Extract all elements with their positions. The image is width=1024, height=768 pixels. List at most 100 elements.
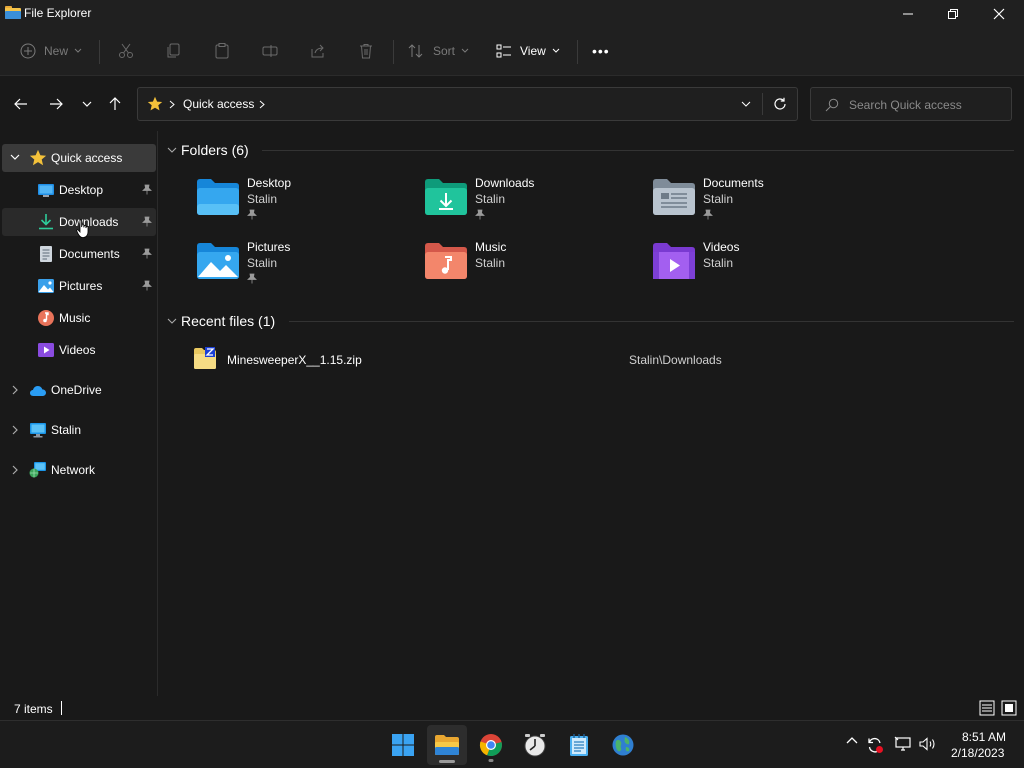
chevron-right-icon: [169, 100, 175, 109]
folder-owner: Stalin: [703, 192, 734, 206]
chevron-down-icon: [82, 101, 92, 107]
large-icons-view-icon[interactable]: [1001, 700, 1017, 716]
pin-icon: [247, 209, 257, 220]
notepad-icon: [570, 734, 588, 756]
sort-button[interactable]: Sort: [408, 36, 469, 66]
taskbar-clock-app[interactable]: [515, 725, 555, 765]
delete-button[interactable]: [358, 36, 374, 66]
nav-videos[interactable]: Videos: [2, 336, 156, 364]
folder-tile-videos[interactable]: Videos Stalin: [652, 240, 862, 296]
view-button[interactable]: View: [496, 36, 560, 66]
see-more-button[interactable]: •••: [592, 36, 610, 66]
start-button[interactable]: [383, 725, 423, 765]
recent-locations-button[interactable]: [76, 93, 98, 115]
pin-icon: [142, 280, 152, 291]
nav-quick-access[interactable]: Quick access: [2, 144, 156, 172]
share-button[interactable]: [310, 36, 326, 66]
recent-section-header[interactable]: Recent files (1): [167, 313, 275, 329]
music-icon: [38, 310, 54, 326]
star-icon: [147, 96, 163, 111]
navigation-pane: Quick access Desktop Downloads Documents…: [0, 131, 158, 696]
network-status-icon[interactable]: [894, 736, 912, 752]
pictures-icon: [38, 279, 54, 293]
sync-error-icon[interactable]: [866, 736, 884, 754]
paste-icon: [215, 43, 229, 59]
restore-button[interactable]: [930, 0, 976, 28]
folder-tile-pictures[interactable]: Pictures Stalin: [196, 240, 406, 296]
copy-icon: [167, 43, 180, 58]
item-count: 7 items: [14, 702, 53, 716]
folders-section-header[interactable]: Folders (6): [167, 142, 249, 158]
share-icon: [311, 44, 324, 58]
clock-date[interactable]: 2/18/2023: [951, 746, 1004, 760]
copy-button[interactable]: [166, 36, 182, 66]
recent-file-row[interactable]: MinesweeperX__1.15.zip Stalin\Downloads: [189, 344, 1019, 374]
search-box[interactable]: [810, 87, 1012, 121]
new-button[interactable]: New: [20, 36, 82, 66]
cut-button[interactable]: [118, 36, 134, 66]
nav-desktop-label: Desktop: [59, 183, 104, 197]
folder-owner: Stalin: [247, 256, 278, 270]
alarm-clock-icon: [524, 734, 546, 757]
view-label: View: [520, 44, 546, 58]
chevron-right-icon[interactable]: [259, 100, 265, 109]
folder-tile-downloads[interactable]: Downloads Stalin: [424, 176, 634, 232]
clock-time[interactable]: 8:51 AM: [962, 730, 1006, 744]
address-history-chevron-icon[interactable]: [741, 101, 751, 108]
paste-button[interactable]: [214, 36, 230, 66]
videos-icon: [38, 343, 54, 357]
documents-icon: [40, 246, 52, 262]
refresh-icon[interactable]: [773, 97, 787, 111]
up-button[interactable]: [104, 93, 126, 115]
address-bar[interactable]: Quick access: [137, 87, 798, 121]
chevron-right-icon[interactable]: [12, 385, 19, 395]
folder-tile-documents[interactable]: Documents Stalin: [652, 176, 862, 232]
search-input[interactable]: [849, 97, 999, 113]
rename-button[interactable]: [262, 36, 278, 66]
chevron-right-icon[interactable]: [12, 465, 19, 475]
chevron-right-icon[interactable]: [12, 425, 19, 435]
nav-documents[interactable]: Documents: [2, 240, 156, 268]
nav-network[interactable]: Network: [2, 456, 156, 484]
window-title: File Explorer: [24, 6, 92, 20]
rename-icon: [262, 45, 278, 57]
folder-name: Music: [475, 240, 507, 254]
forward-button[interactable]: [45, 93, 67, 115]
folder-desktop-icon: [197, 179, 239, 215]
folder-downloads-icon: [425, 179, 467, 215]
nav-downloads[interactable]: Downloads: [2, 208, 156, 238]
status-bar: 7 items: [0, 696, 1024, 720]
taskbar-globe-app[interactable]: [603, 725, 643, 765]
nav-quick-access-label: Quick access: [51, 151, 123, 165]
nav-desktop[interactable]: Desktop: [2, 176, 156, 204]
folders-section-title: Folders (6): [181, 142, 249, 158]
pin-icon: [142, 184, 152, 195]
desktop-icon: [38, 184, 54, 197]
mouse-cursor-icon: [76, 219, 89, 238]
folder-name: Downloads: [475, 176, 535, 190]
arrow-up-icon: [109, 97, 121, 110]
nav-onedrive[interactable]: OneDrive: [2, 376, 156, 404]
folder-tile-desktop[interactable]: Desktop Stalin: [196, 176, 406, 232]
details-view-icon[interactable]: [979, 700, 995, 716]
command-bar: New Sort View •••: [0, 28, 1024, 76]
view-icon: [496, 44, 511, 58]
close-button[interactable]: [976, 0, 1022, 28]
minimize-button[interactable]: [885, 0, 931, 28]
close-icon: [993, 8, 1005, 20]
taskbar-file-explorer[interactable]: [427, 725, 467, 765]
breadcrumb-quick-access[interactable]: Quick access: [183, 97, 254, 111]
star-icon: [29, 149, 47, 166]
folder-music-icon: [425, 243, 467, 279]
chevron-down-icon[interactable]: [10, 154, 20, 161]
show-hidden-icons-chevron-icon[interactable]: [845, 733, 859, 747]
volume-icon[interactable]: [919, 737, 937, 751]
trash-icon: [360, 44, 372, 59]
folder-tile-music[interactable]: Music Stalin: [424, 240, 634, 296]
nav-pictures[interactable]: Pictures: [2, 272, 156, 300]
back-button[interactable]: [10, 93, 32, 115]
taskbar-notepad[interactable]: [559, 725, 599, 765]
nav-this-pc[interactable]: Stalin: [2, 416, 156, 444]
nav-music[interactable]: Music: [2, 304, 156, 332]
taskbar-chrome[interactable]: [471, 725, 511, 765]
